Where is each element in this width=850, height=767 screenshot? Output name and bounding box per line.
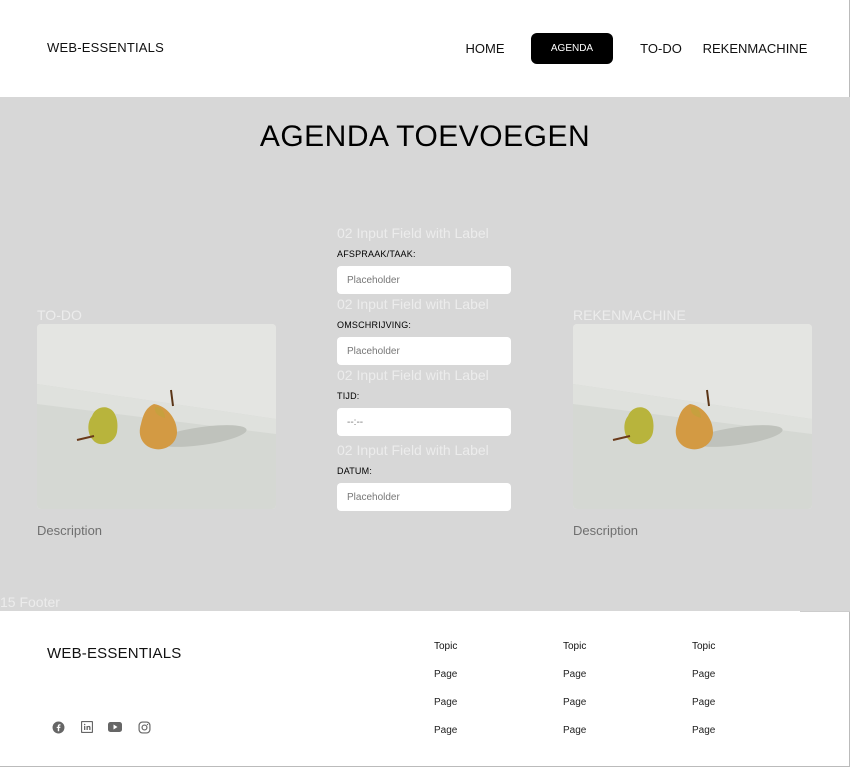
afspraak-label: AFSPRAAK/TAAK:	[337, 249, 416, 259]
rekenmachine-card-heading: REKENMACHINE	[573, 307, 686, 323]
field-afspraak: 02 Input Field with Label AFSPRAAK/TAAK:	[337, 225, 512, 294]
header: WEB-ESSENTIALS HOME AGENDA TO-DO REKENMA…	[0, 0, 850, 97]
footer-page-link[interactable]: Page	[692, 697, 792, 709]
instagram-icon[interactable]	[137, 720, 151, 734]
omschrijving-label: OMSCHRIJVING:	[337, 320, 412, 330]
footer-column-2: Topic Page Page Page	[563, 641, 663, 737]
youtube-icon[interactable]	[108, 720, 122, 734]
footer-logo[interactable]: WEB-ESSENTIALS	[47, 645, 182, 662]
omschrijving-input[interactable]	[337, 337, 511, 365]
footer-column-1: Topic Page Page Page	[434, 641, 534, 737]
footer-ghost-label: 15 Footer	[0, 594, 60, 610]
page-title: AGENDA TOEVOEGEN	[259, 120, 591, 153]
field-omschrijving: 02 Input Field with Label OMSCHRIJVING:	[337, 296, 512, 365]
field-ghost-label: 02 Input Field with Label	[337, 296, 489, 312]
datum-label: DATUM:	[337, 466, 373, 476]
datum-input[interactable]	[337, 483, 511, 511]
afspraak-input[interactable]	[337, 266, 511, 294]
todo-card[interactable]: TO-DO Description	[37, 307, 277, 538]
field-tijd: 02 Input Field with Label TIJD:	[337, 367, 512, 436]
field-ghost-label: 02 Input Field with Label	[337, 442, 489, 458]
footer-page-link[interactable]: Page	[563, 669, 663, 681]
footer-column-3: Topic Page Page Page	[692, 641, 792, 737]
todo-card-description: Description	[37, 523, 103, 538]
site-logo[interactable]: WEB-ESSENTIALS	[47, 40, 164, 55]
nav-rekenmachine[interactable]: REKENMACHINE	[703, 33, 808, 64]
facebook-icon[interactable]	[51, 720, 65, 734]
agenda-form: 02 Input Field with Label AFSPRAAK/TAAK:…	[337, 225, 512, 511]
field-ghost-label: 02 Input Field with Label	[337, 367, 489, 383]
rekenmachine-card-description: Description	[573, 523, 639, 538]
footer-page-link[interactable]: Page	[434, 725, 534, 737]
main-section: AGENDA TOEVOEGEN TO-DO Description REKEN…	[0, 97, 850, 611]
tijd-input[interactable]	[337, 408, 511, 436]
nav-todo[interactable]: TO-DO	[636, 33, 686, 64]
pears-image	[37, 324, 276, 509]
footer-topic: Topic	[434, 641, 458, 652]
field-datum: 02 Input Field with Label DATUM:	[337, 442, 512, 511]
rekenmachine-card[interactable]: REKENMACHINE Description	[573, 307, 813, 538]
pears-image	[573, 324, 812, 509]
linkedin-icon[interactable]	[80, 720, 94, 734]
tijd-label: TIJD:	[337, 391, 360, 401]
footer-page-link[interactable]: Page	[563, 697, 663, 709]
todo-card-heading: TO-DO	[37, 307, 82, 323]
footer-page-link[interactable]: Page	[563, 725, 663, 737]
footer-page-link[interactable]: Page	[692, 669, 792, 681]
footer-topic: Topic	[692, 641, 716, 652]
footer-page-link[interactable]: Page	[434, 697, 534, 709]
footer-topic: Topic	[563, 641, 587, 652]
nav-agenda[interactable]: AGENDA	[531, 33, 613, 64]
footer-page-link[interactable]: Page	[692, 725, 792, 737]
footer-divider	[800, 611, 850, 612]
field-ghost-label: 02 Input Field with Label	[337, 225, 489, 241]
footer: WEB-ESSENTIALS Topic Page Page Page Topi…	[0, 611, 850, 767]
footer-page-link[interactable]: Page	[434, 669, 534, 681]
nav-home[interactable]: HOME	[462, 33, 508, 64]
